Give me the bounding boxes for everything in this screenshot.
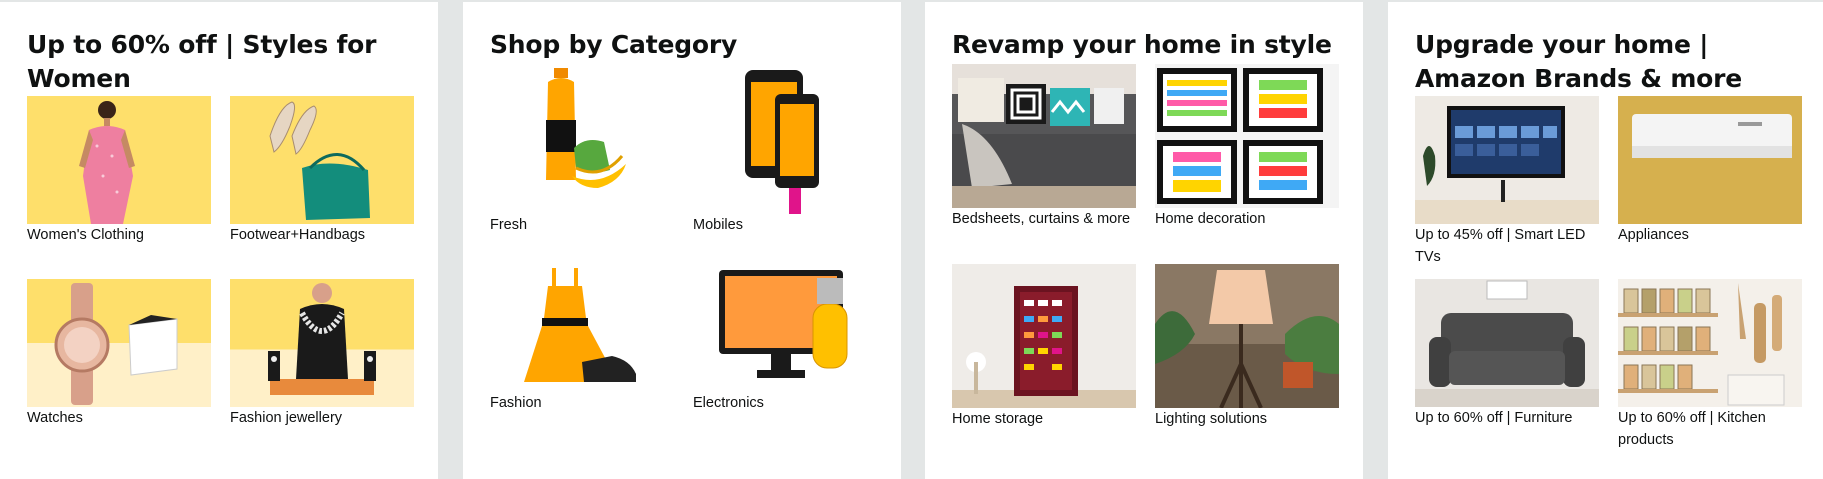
tile-fashion[interactable]: Fashion [490,264,674,414]
appliances-image [1618,96,1802,224]
tile-label: Watches [27,410,83,426]
tile-label: Fresh [490,217,528,233]
fashion-jewellery-image [230,279,414,407]
card-title: Up to 60% off | Styles for Women [27,30,377,93]
tile-womens-clothing[interactable]: Women's Clothing [27,96,211,246]
tile-footwear-handbags[interactable]: Footwear+Handbags [230,96,414,246]
womens-clothing-image [27,96,211,224]
tile-bedsheets-curtains[interactable]: Bedsheets, curtains & more [952,64,1136,230]
tile-label: Appliances [1618,227,1689,243]
tile-lighting-solutions[interactable]: Lighting solutions [1155,264,1339,430]
tile-label: Footwear+Handbags [230,227,366,243]
kitchen-products-image [1618,279,1802,407]
lighting-solutions-image [1155,264,1339,408]
tile-label: Lighting solutions [1155,411,1268,427]
tile-label: Up to 60% off | Kitchen products [1618,410,1766,448]
footwear-handbags-image [230,96,414,224]
tile-label: Fashion jewellery [230,410,343,426]
tile-label: Electronics [693,395,764,411]
tile-label: Bedsheets, curtains & more [952,211,1131,227]
tile-furniture[interactable]: Up to 60% off | Furniture [1415,279,1599,429]
tile-fresh[interactable]: Fresh [490,64,674,236]
card-revamp-home: Revamp your home in style Bedsheets, cur… [925,2,1363,479]
tile-watches[interactable]: Watches [27,279,211,429]
card-title: Shop by Category [490,30,738,59]
tile-home-storage[interactable]: Home storage [952,264,1136,430]
tile-smart-led-tvs[interactable]: Up to 45% off | Smart LED TVs [1415,96,1599,268]
card-title: Upgrade your home | Amazon Brands & more [1415,30,1743,93]
tile-home-decoration[interactable]: Home decoration [1155,64,1339,230]
home-decoration-image [1155,64,1339,208]
card-shop-by-category: Shop by Category Fresh Mobiles Fashion E… [463,2,901,479]
mobiles-image [693,64,877,214]
bedsheets-curtains-image [952,64,1136,208]
furniture-image [1415,279,1599,407]
tile-electronics[interactable]: Electronics [693,264,877,414]
tile-label: Up to 60% off | Furniture [1415,410,1573,426]
tile-label: Mobiles [693,217,743,233]
card-styles-for-women: Up to 60% off | Styles for Women Women's… [0,2,438,479]
fresh-image [490,64,674,214]
tile-label: Up to 45% off | Smart LED TVs [1415,227,1586,265]
tile-mobiles[interactable]: Mobiles [693,64,877,236]
card-upgrade-home: Upgrade your home | Amazon Brands & more [1388,2,1823,479]
electronics-image [693,264,877,392]
tile-label: Home decoration [1155,211,1266,227]
tile-fashion-jewellery[interactable]: Fashion jewellery [230,279,414,429]
fashion-image [490,264,674,392]
tile-appliances[interactable]: Appliances [1618,96,1802,246]
watches-image [27,279,211,407]
card-title: Revamp your home in style [952,30,1332,59]
smart-led-tvs-image [1415,96,1599,224]
tile-kitchen-products[interactable]: Up to 60% off | Kitchen products [1618,279,1802,451]
tile-label: Home storage [952,411,1044,427]
deal-cards-row: Up to 60% off | Styles for Women Women's… [0,0,1823,479]
tile-label: Fashion [490,395,542,411]
tile-label: Women's Clothing [27,227,144,243]
home-storage-image [952,264,1136,408]
